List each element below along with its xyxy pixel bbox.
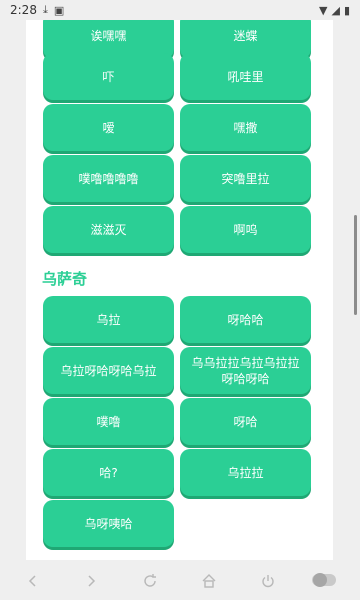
- sound-button[interactable]: 噗噜噜噜噜: [43, 155, 174, 202]
- status-bar: 2:28 ⤓ ▣ ▼ ◢ ▮: [0, 0, 360, 20]
- sound-button-label: 诶嘿嘿: [90, 28, 127, 43]
- notification-a-icon: ▣: [53, 3, 65, 17]
- sound-button-label: 乌拉: [96, 312, 121, 327]
- sound-button-label: 乌呀咦哈: [84, 516, 133, 531]
- signal-icon: ◢: [331, 3, 340, 17]
- sound-button-label: 滋滋灭: [90, 222, 127, 237]
- sound-button[interactable]: 乌乌拉拉乌拉乌拉拉呀哈呀哈: [180, 347, 311, 394]
- sound-button-label: 噗噜: [96, 414, 121, 429]
- sound-button[interactable]: 滋滋灭: [43, 206, 174, 253]
- sound-button-label: 噗噜噜噜噜: [78, 171, 139, 186]
- sound-button-label: 呀哈哈: [227, 312, 264, 327]
- sound-button[interactable]: 吓: [43, 53, 174, 100]
- sound-button[interactable]: 噗噜: [43, 398, 174, 445]
- sound-button[interactable]: 嗳: [43, 104, 174, 151]
- toggle-switch[interactable]: [312, 573, 336, 587]
- forward-icon[interactable]: [80, 570, 102, 592]
- sound-button-label: 嗳: [102, 120, 115, 135]
- scrollbar[interactable]: [354, 215, 357, 315]
- sound-button-label: 吼哇里: [227, 69, 264, 84]
- status-time: 2:28: [10, 3, 37, 17]
- sound-button[interactable]: 呀哈: [180, 398, 311, 445]
- wifi-icon: ▼: [319, 3, 328, 17]
- sound-button-label: 乌拉拉: [227, 465, 264, 480]
- sound-button[interactable]: 乌拉呀哈呀哈乌拉: [43, 347, 174, 394]
- sound-button-label: 嘿撒: [233, 120, 258, 135]
- sound-button[interactable]: 哈?: [43, 449, 174, 496]
- sound-button[interactable]: 突噜里拉: [180, 155, 311, 202]
- battery-icon: ▮: [343, 3, 350, 17]
- bottom-navigation-bar: [0, 560, 360, 600]
- sound-button-label: 乌乌拉拉乌拉乌拉拉呀哈呀哈: [191, 355, 300, 386]
- sound-button-label: 突噜里拉: [221, 171, 270, 186]
- back-icon[interactable]: [22, 570, 44, 592]
- sound-button-label: 啊呜: [233, 222, 258, 237]
- reload-icon[interactable]: [139, 570, 161, 592]
- sound-button[interactable]: 吼哇里: [180, 53, 311, 100]
- sound-button[interactable]: 乌呀咦哈: [43, 500, 174, 547]
- sound-button[interactable]: 嘿撒: [180, 104, 311, 151]
- sound-button[interactable]: 乌拉拉: [180, 449, 311, 496]
- section-title: 乌萨奇: [42, 270, 88, 288]
- toggle-icon: [313, 573, 327, 587]
- sound-button-label: 哈?: [99, 465, 118, 480]
- sound-button[interactable]: 呀哈哈: [180, 296, 311, 343]
- power-icon[interactable]: [257, 570, 279, 592]
- sound-button-label: 呀哈: [233, 414, 258, 429]
- home-icon[interactable]: [198, 570, 220, 592]
- sound-button-label: 迷蝶: [233, 28, 258, 43]
- sound-button[interactable]: 乌拉: [43, 296, 174, 343]
- sound-button-label: 乌拉呀哈呀哈乌拉: [60, 363, 157, 378]
- content-card: 诶嘿嘿 迷蝶 吓 吼哇里 嗳 嘿撒 噗噜噜噜噜 突噜里拉 滋滋灭 啊呜 乌萨奇 …: [26, 20, 333, 560]
- sound-button[interactable]: 啊呜: [180, 206, 311, 253]
- sound-button-label: 吓: [102, 69, 115, 84]
- download-icon: ⤓: [42, 3, 48, 16]
